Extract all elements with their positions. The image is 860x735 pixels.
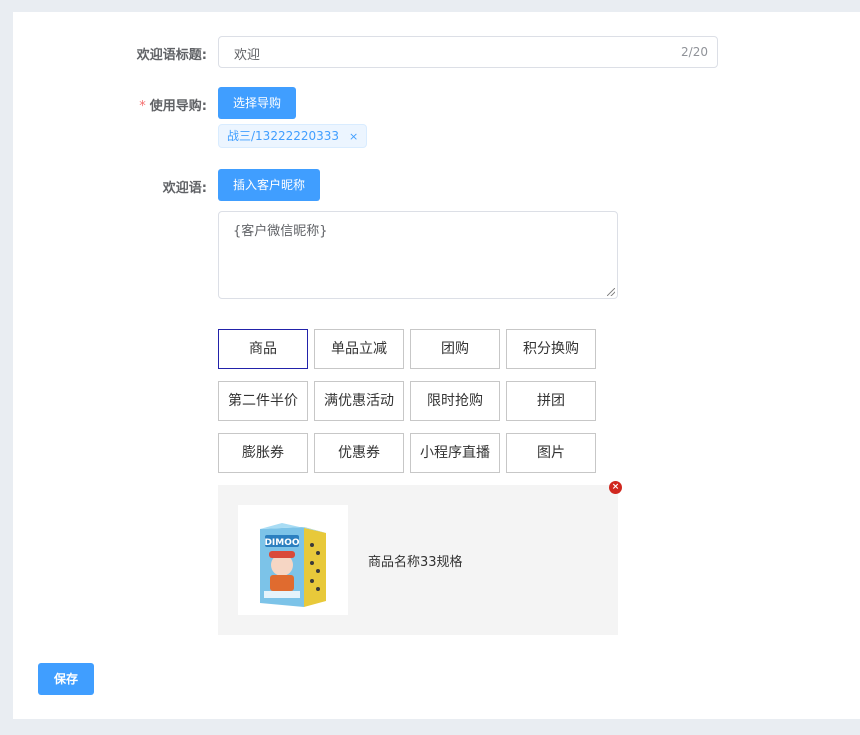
attach-option-coupon[interactable]: 优惠券 <box>314 433 404 473</box>
attach-option-group-buy[interactable]: 团购 <box>410 329 500 369</box>
insert-nickname-button[interactable]: 插入客户昵称 <box>218 169 321 201</box>
box-logo-text: DIMOO <box>264 538 299 548</box>
save-button[interactable]: 保存 <box>38 663 94 695</box>
attach-option-flash-sale[interactable]: 限时抢购 <box>410 381 500 421</box>
attach-option-goods[interactable]: 商品 <box>218 329 308 369</box>
resize-handle-icon[interactable] <box>607 288 615 296</box>
remove-attachment-icon[interactable]: × <box>609 481 622 494</box>
guide-label-row: * 使用导购: <box>13 95 207 114</box>
welcome-title-input[interactable]: 欢迎 2/20 <box>218 36 718 68</box>
goods-preview-card: DIMOO 商品名称33规格 <box>218 485 618 635</box>
welcome-label: 欢迎语: <box>162 181 207 196</box>
welcome-textarea[interactable]: {客户微信昵称} <box>218 211 618 299</box>
attach-option-points[interactable]: 积分换购 <box>506 329 596 369</box>
goods-thumbnail: DIMOO <box>238 505 348 615</box>
attach-option-discount[interactable]: 单品立减 <box>314 329 404 369</box>
select-guide-button[interactable]: 选择导购 <box>218 87 297 119</box>
guide-tag: 战三/13222220333 × <box>218 124 368 148</box>
attach-option-second-half[interactable]: 第二件半价 <box>218 381 308 421</box>
attach-option-expand-coupon[interactable]: 膨胀券 <box>218 433 308 473</box>
attach-option-live[interactable]: 小程序直播 <box>410 433 500 473</box>
welcome-text: {客户微信昵称} <box>233 224 328 239</box>
required-mark: * <box>139 99 146 114</box>
attach-option-pintuan[interactable]: 拼团 <box>506 381 596 421</box>
guide-tag-label: 战三/13222220333 <box>227 129 340 143</box>
guide-label: 使用导购: <box>149 99 207 114</box>
char-counter: 2/20 <box>681 45 708 59</box>
goods-name: 商品名称33规格 <box>368 555 463 570</box>
close-icon[interactable]: × <box>349 130 358 143</box>
title-label: 欢迎语标题: <box>136 48 207 63</box>
attach-option-image[interactable]: 图片 <box>506 433 596 473</box>
attach-option-full-reduce[interactable]: 满优惠活动 <box>314 381 404 421</box>
product-box-image: DIMOO <box>260 523 326 607</box>
welcome-title-value: 欢迎 <box>234 48 261 63</box>
form-card: 欢迎语标题: 欢迎 2/20 * 使用导购: 选择导购 战三/1322222033… <box>13 12 860 719</box>
